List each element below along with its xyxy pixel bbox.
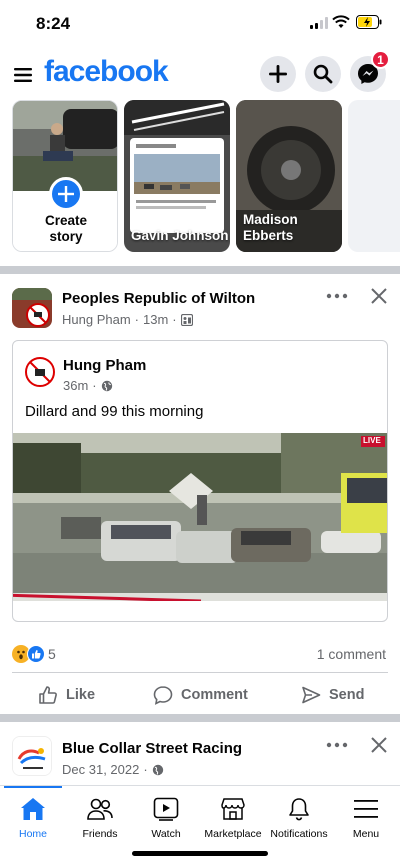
home-icon [21, 798, 45, 820]
more-options-icon[interactable] [325, 741, 349, 749]
send-icon [302, 686, 321, 704]
comment-button[interactable]: Comment [153, 682, 248, 708]
bell-icon [289, 798, 309, 821]
actions-divider [12, 672, 388, 673]
meta-separator: · [134, 312, 139, 327]
live-badge: LIVE [363, 436, 381, 445]
shared-author-avatar[interactable] [25, 357, 55, 387]
group-avatar[interactable] [12, 288, 52, 328]
flooded-cars-photo [13, 433, 387, 601]
home-indicator [132, 851, 268, 856]
like-button[interactable]: Like [38, 682, 95, 708]
story-card-madison-ebberts[interactable]: Madison Ebberts [236, 100, 342, 252]
reactions-summary[interactable]: 5 [12, 645, 56, 663]
reaction-count: 5 [48, 646, 56, 662]
nav-label: Watch [151, 828, 181, 840]
send-button[interactable]: Send [301, 682, 364, 708]
group-avatar[interactable] [12, 736, 52, 776]
cellular-signal-icon [310, 17, 328, 29]
thumbs-up-icon [39, 686, 57, 704]
create-story-label: Create story [44, 213, 88, 244]
notification-badge: 1 [371, 50, 390, 69]
shared-post-card[interactable]: Hung Pham 36m · Dillard and 99 this morn… [12, 340, 388, 622]
group-avatar-image [13, 737, 51, 775]
battery-charging-icon [356, 15, 382, 29]
wifi-icon [332, 15, 350, 28]
post-meta: Hung Pham · 13m · [62, 312, 193, 327]
menu-icon [354, 800, 378, 818]
post-author[interactable]: Hung Pham [62, 312, 131, 327]
globe-icon [152, 764, 163, 775]
story-name: Madison Ebberts [243, 212, 298, 243]
facebook-logo[interactable]: facebook [44, 55, 169, 89]
story-name: Gavin Johnson [131, 228, 229, 243]
feed-divider [0, 714, 400, 722]
feed-divider [0, 266, 400, 274]
nav-label: Friends [82, 828, 118, 840]
send-label: Send [329, 687, 365, 703]
nav-label: Notifications [270, 828, 328, 840]
app-header: facebook 1 [0, 50, 400, 100]
globe-icon [101, 380, 112, 391]
nav-label: Home [18, 828, 47, 840]
comment-label: Comment [181, 687, 248, 703]
hamburger-menu-icon[interactable] [14, 68, 32, 82]
create-button[interactable] [260, 56, 296, 92]
nav-notifications[interactable]: Notifications [266, 786, 332, 846]
nav-menu[interactable]: Menu [333, 786, 399, 846]
active-tab-indicator [4, 786, 62, 788]
marketplace-shop-icon [221, 798, 245, 820]
like-label: Like [66, 687, 96, 703]
meta-separator: · [143, 762, 148, 777]
more-options-icon[interactable] [325, 292, 349, 300]
comment-icon [153, 686, 173, 705]
story-card-next[interactable] [348, 100, 400, 252]
nav-marketplace[interactable]: Marketplace [200, 786, 266, 846]
shared-time[interactable]: 36m [63, 378, 88, 393]
status-time: 8:24 [36, 14, 71, 33]
story-card-gavin-johnson[interactable]: Gavin Johnson [124, 100, 230, 252]
meta-separator: · [172, 312, 177, 327]
search-button[interactable] [305, 56, 341, 92]
post-group-name[interactable]: Peoples Republic of Wilton [62, 290, 255, 307]
watch-video-icon [153, 797, 179, 821]
plus-icon [269, 65, 287, 83]
stories-tray: Create story Gavin Johnson Madison Ebber… [0, 100, 400, 258]
messenger-button[interactable]: 1 [350, 50, 390, 92]
nav-friends[interactable]: Friends [67, 786, 133, 846]
comment-count[interactable]: 1 comment [317, 646, 386, 662]
like-reaction-icon [27, 645, 45, 663]
status-bar: 8:24 [0, 0, 400, 50]
group-privacy-icon [180, 313, 193, 326]
post-group-name[interactable]: Blue Collar Street Racing [62, 740, 242, 757]
close-icon[interactable] [370, 736, 388, 754]
friends-icon [87, 798, 113, 820]
meta-separator: · [92, 378, 97, 393]
search-icon [313, 64, 333, 84]
nav-label: Menu [352, 828, 380, 840]
nav-watch[interactable]: Watch [133, 786, 199, 846]
post-photo[interactable]: LIVE [13, 433, 387, 601]
nav-label: Marketplace [204, 828, 262, 840]
post-meta: Dec 31, 2022 · [62, 762, 164, 777]
shared-post-text: Dillard and 99 this morning [25, 403, 204, 420]
close-icon[interactable] [370, 287, 388, 305]
create-story-card[interactable]: Create story [12, 100, 118, 252]
shared-meta: 36m · [63, 378, 113, 393]
create-story-plus-icon [49, 177, 83, 211]
group-avatar-image [12, 288, 52, 328]
nav-home[interactable]: Home [0, 786, 66, 846]
post-time[interactable]: 13m [143, 312, 168, 327]
post-date[interactable]: Dec 31, 2022 [62, 762, 139, 777]
shared-author-name[interactable]: Hung Pham [63, 357, 146, 374]
